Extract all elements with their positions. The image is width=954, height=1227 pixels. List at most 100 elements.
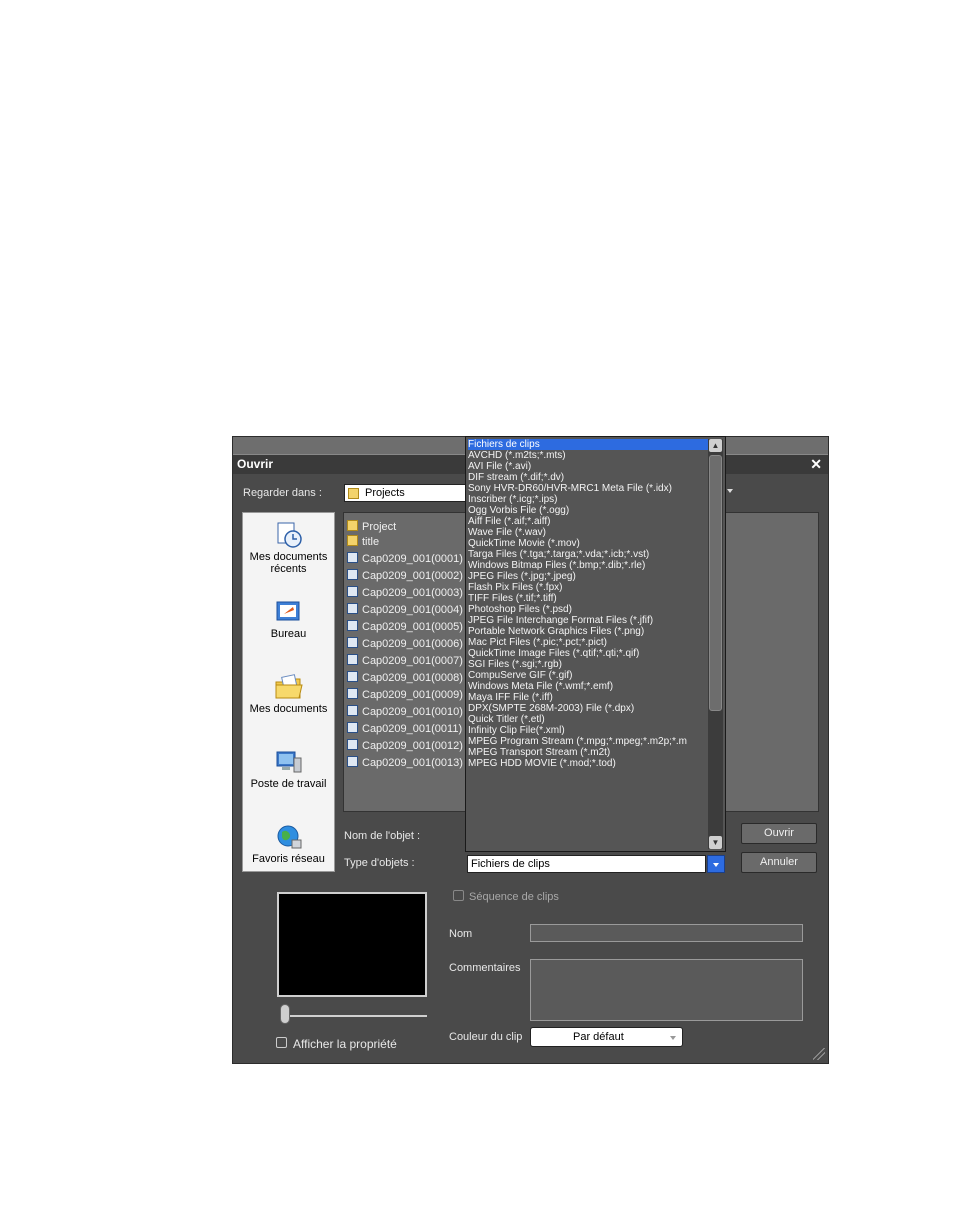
scroll-down-icon[interactable]: ▼ — [709, 836, 722, 849]
list-item[interactable]: title — [347, 535, 379, 551]
dropdown-option[interactable]: Ogg Vorbis File (*.ogg) — [468, 505, 708, 516]
recent-documents-icon — [277, 522, 302, 548]
dropdown-option[interactable]: Photoshop Files (*.psd) — [468, 604, 708, 615]
folder-icon — [347, 520, 358, 531]
dropdown-option[interactable]: Mac Pict Files (*.pic;*.pct;*.pict) — [468, 637, 708, 648]
chevron-down-icon[interactable] — [727, 489, 733, 493]
dropdown-option[interactable]: Portable Network Graphics Files (*.png) — [468, 626, 708, 637]
object-type-dropdown-button[interactable] — [707, 855, 725, 873]
open-button[interactable]: Ouvrir — [741, 823, 817, 844]
list-item[interactable]: Project — [347, 520, 396, 536]
list-item[interactable]: Cap0209_001(0010) — [347, 705, 463, 721]
dropdown-option[interactable]: JPEG Files (*.jpg;*.jpeg) — [468, 571, 708, 582]
my-documents-icon — [275, 674, 303, 699]
clip-file-icon — [347, 603, 358, 614]
dropdown-option[interactable]: Wave File (*.wav) — [468, 527, 708, 538]
dropdown-scrollbar[interactable]: ▲ ▼ — [708, 439, 723, 849]
dropdown-option[interactable]: DPX(SMPTE 268M-2003) File (*.dpx) — [468, 703, 708, 714]
place-network[interactable]: Favoris réseau — [243, 823, 334, 865]
object-type-value: Fichiers de clips — [471, 858, 550, 870]
clip-preview — [277, 892, 427, 997]
place-label: Poste de travail — [250, 778, 327, 790]
place-my-computer[interactable]: Poste de travail — [243, 748, 334, 790]
clip-file-icon — [347, 705, 358, 716]
folder-icon — [347, 535, 358, 546]
close-icon[interactable]: ✕ — [810, 456, 822, 473]
clip-file-icon — [347, 654, 358, 665]
scroll-up-icon[interactable]: ▲ — [709, 439, 722, 452]
dropdown-option[interactable]: MPEG Transport Stream (*.m2t) — [468, 747, 708, 758]
dropdown-option[interactable]: Flash Pix Files (*.fpx) — [468, 582, 708, 593]
dropdown-option[interactable]: MPEG Program Stream (*.mpg;*.mpeg;*.m2p;… — [468, 736, 708, 747]
dropdown-option[interactable]: SGI Files (*.sgi;*.rgb) — [468, 659, 708, 670]
list-item[interactable]: Cap0209_001(0003) — [347, 586, 463, 602]
look-in-combo[interactable]: Projects — [344, 484, 466, 502]
comments-field[interactable] — [530, 959, 803, 1021]
name-label: Nom — [449, 928, 473, 940]
list-item[interactable]: Cap0209_001(0011) — [347, 722, 462, 738]
list-item[interactable]: Cap0209_001(0012) — [347, 739, 463, 755]
sequence-label: Séquence de clips — [469, 891, 559, 903]
list-item[interactable]: Cap0209_001(0001) — [347, 552, 463, 568]
list-item[interactable]: Cap0209_001(0006) — [347, 637, 463, 653]
chevron-down-icon — [670, 1036, 676, 1040]
sequence-checkbox[interactable] — [453, 890, 464, 901]
list-item[interactable]: Cap0209_001(0005) — [347, 620, 463, 636]
dropdown-option[interactable]: Aiff File (*.aif;*.aiff) — [468, 516, 708, 527]
list-item[interactable]: Cap0209_001(0004) — [347, 603, 463, 619]
dropdown-option[interactable]: AVCHD (*.m2ts;*.mts) — [468, 450, 708, 461]
dropdown-option[interactable]: MPEG HDD MOVIE (*.mod;*.tod) — [468, 758, 708, 769]
my-computer-icon — [276, 751, 301, 773]
dropdown-option[interactable]: Inscriber (*.icg;*.ips) — [468, 494, 708, 505]
place-label: Favoris réseau — [252, 853, 325, 865]
show-properties-checkbox[interactable] — [276, 1037, 287, 1048]
dropdown-option[interactable]: Targa Files (*.tga;*.targa;*.vda;*.icb;*… — [468, 549, 708, 560]
preview-slider-thumb[interactable] — [280, 1004, 290, 1024]
preview-slider-track[interactable] — [285, 1015, 427, 1017]
dropdown-scroll-thumb[interactable] — [709, 455, 722, 711]
file-type-dropdown-list[interactable]: Fichiers de clips AVCHD (*.m2ts;*.mts) A… — [465, 436, 726, 852]
clip-file-icon — [347, 586, 358, 597]
dropdown-option[interactable]: Sony HVR-DR60/HVR-MRC1 Meta File (*.idx) — [468, 483, 708, 494]
place-my-documents[interactable]: Mes documents — [243, 673, 334, 715]
dropdown-option[interactable]: CompuServe GIF (*.gif) — [468, 670, 708, 681]
name-field[interactable] — [530, 924, 803, 942]
object-type-combo[interactable]: Fichiers de clips — [467, 855, 706, 873]
place-label: Bureau — [270, 628, 307, 640]
clip-file-icon — [347, 637, 358, 648]
list-item[interactable]: Cap0209_001(0008) — [347, 671, 463, 687]
dropdown-option[interactable]: TIFF Files (*.tif;*.tiff) — [468, 593, 708, 604]
clip-file-icon — [347, 722, 358, 733]
show-properties-label: Afficher la propriété — [293, 1037, 397, 1051]
place-desktop[interactable]: Bureau — [243, 598, 334, 640]
clip-file-icon — [347, 620, 358, 631]
dropdown-option[interactable]: QuickTime Image Files (*.qtif;*.qti;*.qi… — [468, 648, 708, 659]
clip-color-value: Par défaut — [573, 1031, 624, 1043]
list-item[interactable]: Cap0209_001(0007) — [347, 654, 463, 670]
resize-grip-icon[interactable] — [813, 1048, 825, 1060]
place-recent-documents[interactable]: Mes documents récents — [243, 521, 334, 575]
dropdown-option[interactable]: Windows Meta File (*.wmf;*.emf) — [468, 681, 708, 692]
places-bar: Mes documents récents Bureau Mes documen… — [242, 512, 335, 872]
cancel-button[interactable]: Annuler — [741, 852, 817, 873]
place-label: Mes documents récents — [249, 551, 328, 575]
folder-icon — [348, 488, 359, 499]
list-item[interactable]: Cap0209_001(0013) — [347, 756, 463, 772]
list-item[interactable]: Cap0209_001(0009) — [347, 688, 463, 704]
list-item[interactable]: Cap0209_001(0002) — [347, 569, 463, 585]
clip-color-combo[interactable]: Par défaut — [530, 1027, 683, 1047]
dropdown-option[interactable]: Infinity Clip File(*.xml) — [468, 725, 708, 736]
dropdown-option[interactable]: Maya IFF File (*.iff) — [468, 692, 708, 703]
dialog-title: Ouvrir — [237, 457, 274, 471]
dropdown-option[interactable]: JPEG File Interchange Format Files (*.jf… — [468, 615, 708, 626]
dropdown-option[interactable]: AVI File (*.avi) — [468, 461, 708, 472]
dropdown-option[interactable]: Windows Bitmap Files (*.bmp;*.dib;*.rle) — [468, 560, 708, 571]
dropdown-option[interactable]: DIF stream (*.dif;*.dv) — [468, 472, 708, 483]
dropdown-option[interactable]: Fichiers de clips — [468, 439, 708, 450]
desktop-icon — [276, 601, 299, 621]
chevron-down-icon — [713, 863, 719, 867]
clip-file-icon — [347, 671, 358, 682]
clip-file-icon — [347, 756, 358, 767]
dropdown-option[interactable]: Quick Titler (*.etl) — [468, 714, 708, 725]
dropdown-option[interactable]: QuickTime Movie (*.mov) — [468, 538, 708, 549]
